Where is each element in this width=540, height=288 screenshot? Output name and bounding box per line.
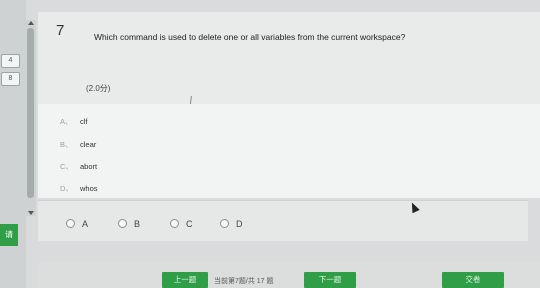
option-text: clf bbox=[80, 117, 88, 126]
options-list: A、 clf B、 clear C、 abort D、 whos bbox=[38, 104, 540, 198]
option-letter: C、 bbox=[60, 162, 73, 171]
radio-b[interactable] bbox=[118, 219, 127, 229]
prev-question-button[interactable]: 上一题 bbox=[162, 272, 208, 288]
next-question-button[interactable]: 下一题 bbox=[304, 272, 356, 288]
question-text: Which command is used to delete one or a… bbox=[94, 32, 406, 42]
question-nav-item[interactable]: 4 bbox=[1, 54, 20, 68]
submit-exam-button[interactable]: 交卷 bbox=[442, 272, 504, 288]
radio-label: D bbox=[236, 218, 243, 229]
side-submit-tab[interactable]: 请 bbox=[0, 224, 18, 246]
option-d[interactable]: D、 whos bbox=[60, 183, 98, 195]
radio-d[interactable] bbox=[220, 219, 229, 229]
option-letter: D、 bbox=[60, 184, 73, 193]
radio-label: B bbox=[134, 218, 141, 229]
answer-radio-row: A B C D bbox=[38, 200, 528, 241]
scroll-down-icon[interactable] bbox=[28, 211, 34, 215]
option-text: clear bbox=[80, 140, 97, 149]
option-b[interactable]: B、 clear bbox=[60, 139, 96, 151]
radio-c[interactable] bbox=[170, 219, 179, 229]
option-text: whos bbox=[80, 184, 98, 193]
option-letter: A、 bbox=[60, 117, 73, 126]
question-nav-sidebar: 4 8 请 bbox=[0, 0, 26, 288]
scroll-thumb[interactable] bbox=[27, 28, 34, 198]
answer-choice-d[interactable]: D bbox=[220, 215, 243, 229]
question-panel: 7 Which command is used to delete one or… bbox=[38, 12, 540, 198]
answer-choice-a[interactable]: A bbox=[66, 215, 89, 229]
radio-a[interactable] bbox=[66, 219, 75, 229]
question-score: (2.0分) bbox=[86, 84, 111, 93]
option-text: abort bbox=[80, 162, 98, 171]
option-letter: B、 bbox=[60, 140, 73, 149]
scroll-up-icon[interactable] bbox=[28, 21, 34, 25]
answer-choice-b[interactable]: B bbox=[118, 215, 141, 229]
answer-choice-c[interactable]: C bbox=[170, 215, 193, 229]
question-nav-scrollbar[interactable] bbox=[26, 20, 36, 216]
option-c[interactable]: C、 abort bbox=[60, 161, 97, 173]
radio-label: A bbox=[82, 218, 89, 229]
option-a[interactable]: A、 clf bbox=[60, 116, 88, 128]
page-indicator: 当前第7题/共 17 题 bbox=[214, 278, 274, 285]
question-nav-item[interactable]: 8 bbox=[1, 72, 20, 86]
radio-label: C bbox=[186, 218, 193, 229]
question-number: 7 bbox=[56, 22, 65, 39]
footer-bar: 上一题 当前第7题/共 17 题 下一题 交卷 bbox=[38, 262, 540, 288]
